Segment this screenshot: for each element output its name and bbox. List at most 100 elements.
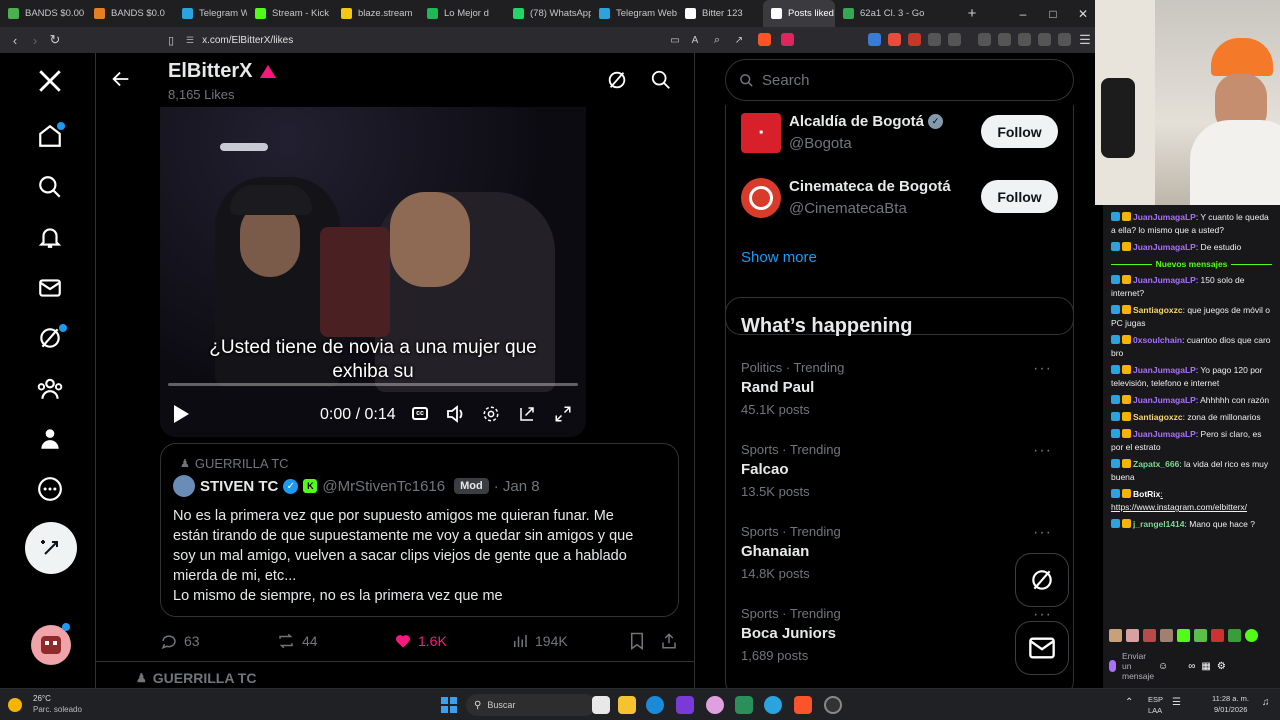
lang-indicator[interactable]: ESP [1148,695,1163,704]
chat-settings-icon[interactable]: ∞ [1188,661,1195,672]
quote-author-name[interactable]: STIVEN TC [200,478,278,495]
chat-username[interactable]: j_rangel1414 [1133,519,1185,529]
video-player[interactable]: ¿Usted tiene de novia a una mujer que ex… [160,107,586,437]
chat-username[interactable]: 0xsoulchain [1133,335,1182,345]
brave-icon[interactable] [794,696,812,714]
leo-icon[interactable] [1038,33,1051,46]
back-icon[interactable]: ‹ [4,27,26,53]
browser-tab[interactable]: Telegram Web [591,0,677,27]
store-icon[interactable] [676,696,694,714]
dock-video-icon[interactable] [518,405,536,428]
communities-icon[interactable] [30,369,70,409]
maximize-button[interactable]: □ [1038,0,1068,27]
brave-shield-icon[interactable] [758,33,771,46]
trend-item[interactable]: Sports · Trending Boca Juniors 1,689 posts… [741,606,1061,676]
chat-username[interactable]: JuanJumagaLP [1133,365,1196,375]
download-icon[interactable] [978,33,991,46]
browser-tab[interactable]: Bitter 123 [677,0,763,27]
show-more-link[interactable]: Show more [741,249,817,266]
extensions-puzzle-icon[interactable] [928,33,941,46]
repost-button[interactable]: 44 [276,630,318,652]
x-logo-icon[interactable] [30,61,70,101]
like-button[interactable]: 1.6K [394,630,447,652]
obs-icon[interactable] [824,696,842,714]
chat-username[interactable]: Santiagoxzc [1133,412,1183,422]
next-post-community[interactable]: GUERRILLA TC [153,670,257,686]
url-field[interactable]: ☰ x.com/ElBitterX/likes [186,31,656,49]
chat-username[interactable]: JuanJumagaLP [1133,429,1196,439]
notifications-bell-icon[interactable] [30,217,70,257]
minimize-button[interactable]: – [1008,0,1038,27]
vpn-icon[interactable] [1058,33,1071,46]
trend-item[interactable]: Sports · Trending Falcao 13.5K posts ··· [741,442,1061,512]
browser-tab[interactable]: BANDS $0.00 [0,0,86,27]
trend-item[interactable]: Sports · Trending Ghanaian 14.8K posts ··· [741,524,1061,594]
share-button[interactable] [660,630,678,652]
wallet-icon[interactable] [1018,33,1031,46]
more-dots-icon[interactable]: ··· [1033,360,1052,378]
chat-username[interactable]: Santiagoxzc [1133,305,1183,315]
zoom-icon[interactable]: ⌕ [706,27,728,53]
messages-float-button[interactable] [1015,621,1069,675]
grok-header-icon[interactable] [606,69,628,96]
video-progress-bar[interactable] [168,383,578,386]
chat-gear-icon[interactable]: ⚙ [1217,661,1226,672]
header-search-icon[interactable] [650,69,672,96]
brave-rewards-icon[interactable] [781,33,794,46]
chat-username[interactable]: JuanJumagaLP [1133,212,1196,222]
new-tab-button[interactable]: + [963,0,981,27]
quoted-post[interactable]: ♟ GUERRILLA TC STIVEN TC ✓ K @MrStivenTc… [160,443,679,617]
task-view-icon[interactable] [592,696,610,714]
weather-icon[interactable] [8,698,22,712]
browser-tab[interactable]: Telegram Web [174,0,247,27]
emote-icon[interactable]: ☺ [1158,661,1168,672]
home-icon[interactable] [30,116,70,156]
extension-red-icon[interactable] [888,33,901,46]
browser-tab[interactable]: (78) WhatsApp [505,0,591,27]
translate-icon[interactable]: A [684,27,706,53]
menu-icon[interactable]: ☰ [1074,27,1096,53]
account-avatar[interactable] [31,625,71,665]
app-icon[interactable] [706,696,724,714]
extension-translate-icon[interactable] [868,33,881,46]
browser-tab[interactable]: BANDS $0.0 [86,0,174,27]
more-dots-icon[interactable]: ··· [1033,442,1052,460]
taskbar-time[interactable]: 11:28 a. m. [1212,694,1249,703]
reading-list-icon[interactable] [998,33,1011,46]
grok-icon[interactable] [30,318,70,358]
chat-username[interactable]: JuanJumagaLP [1133,395,1196,405]
chat-input[interactable]: Enviar un mensaje ☺ ∞ ▦ ⚙ [1109,651,1274,681]
grok-float-button[interactable] [1015,553,1069,607]
browser-tab[interactable]: blaze.stream [333,0,419,27]
screen-icon[interactable]: ▭ [664,27,686,53]
quote-author-handle[interactable]: @MrStivenTc1616 [322,478,445,495]
telegram-icon[interactable] [764,696,782,714]
browser-tab[interactable]: Posts liked✕ [763,0,835,27]
site-info-icon[interactable]: ☰ [186,35,194,46]
share-icon[interactable]: ↗ [728,27,750,53]
edge-icon[interactable] [646,696,664,714]
trend-item[interactable]: Politics · Trending Rand Paul 45.1K posts ·… [741,360,1061,430]
search-input[interactable]: Search [725,59,1074,101]
post-compose-button[interactable] [25,522,77,574]
more-icon[interactable] [30,469,70,509]
forward-icon[interactable]: › [24,27,46,53]
wifi-icon[interactable]: ☰ [1172,697,1181,708]
captions-icon[interactable]: cc [412,407,428,420]
quote-date[interactable]: · Jan 8 [494,478,540,495]
extension-m-icon[interactable] [908,33,921,46]
browser-tab[interactable]: Lo Mejor d [419,0,505,27]
chat-username[interactable]: BotRix [1133,489,1160,499]
bookmark-icon[interactable]: ▯ [160,27,182,53]
browser-tab[interactable]: 62a1 Cl. 3 - Go [835,0,935,27]
chat-username[interactable]: JuanJumagaLP [1133,275,1196,285]
start-windows-icon[interactable] [441,697,457,713]
tray-chevron-icon[interactable]: ⌃ [1125,697,1133,708]
close-window-button[interactable]: ✕ [1068,0,1098,27]
fullscreen-icon[interactable] [554,405,572,428]
bookmark-button[interactable] [629,630,645,652]
explore-search-icon[interactable] [30,167,70,207]
file-explorer-icon[interactable] [618,696,636,714]
reply-button[interactable]: 63 [160,630,200,652]
quote-author-avatar[interactable] [173,475,195,497]
